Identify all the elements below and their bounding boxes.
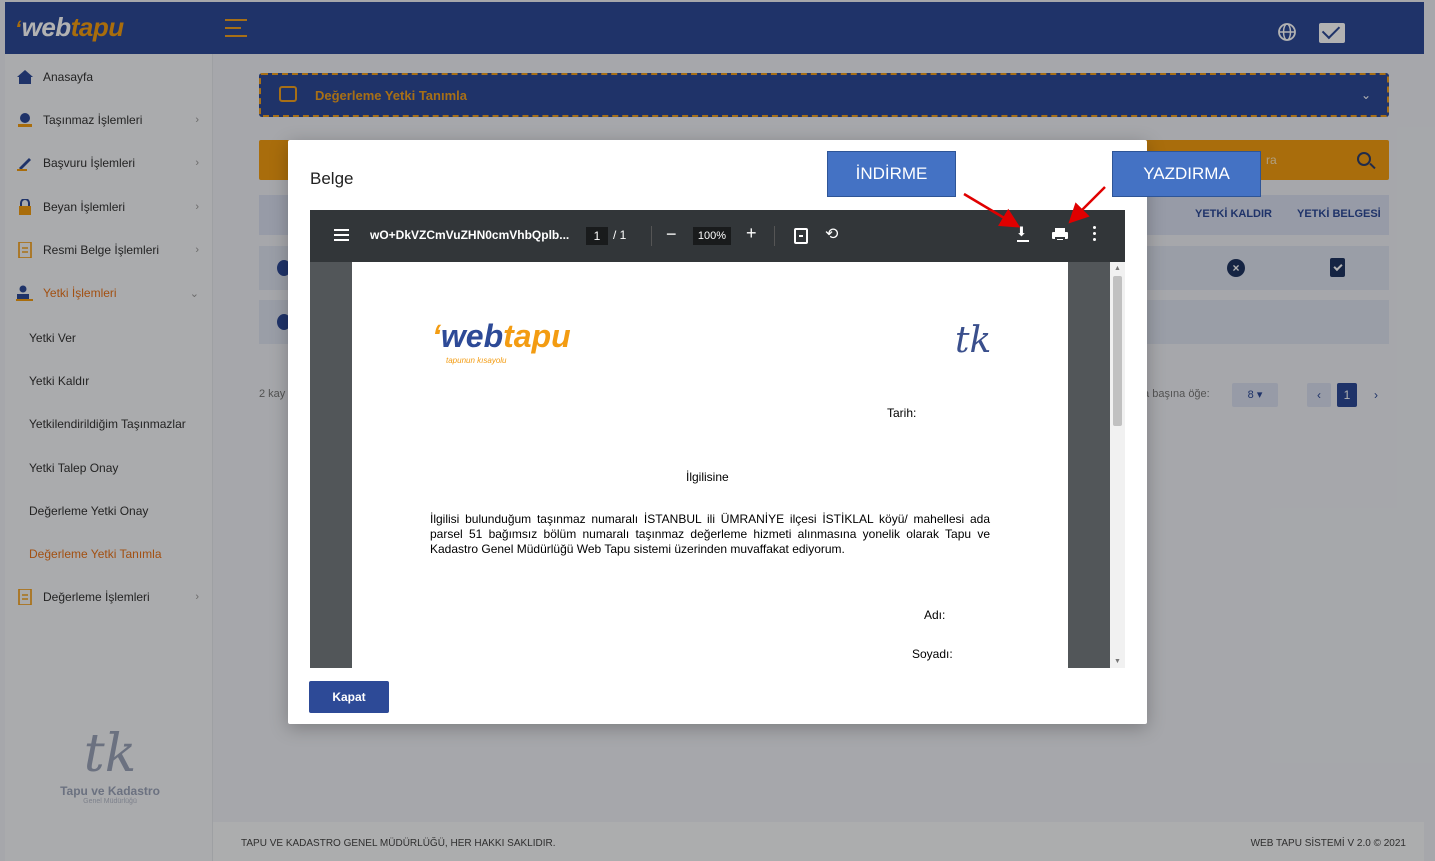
- download-icon[interactable]: [1016, 224, 1030, 244]
- pdf-file-name: wO+DkVZCmVuZHN0cmVhbQplb...: [370, 228, 570, 242]
- pdf-toolbar: wO+DkVZCmVuZHN0cmVhbQplb... 1 / 1 − 100%…: [310, 210, 1125, 262]
- zoom-input[interactable]: 100%: [693, 227, 731, 245]
- document-modal: Belge wO+DkVZCmVuZHN0cmVhbQplb... 1 / 1 …: [288, 140, 1147, 724]
- menu-icon[interactable]: [334, 229, 349, 241]
- close-button[interactable]: Kapat: [309, 681, 389, 713]
- page-total: / 1: [613, 228, 627, 242]
- rotate-icon[interactable]: ⟲: [825, 224, 838, 244]
- document-brand-logo: ʻwebtapu: [432, 318, 571, 354]
- toolbar-divider: [774, 226, 775, 246]
- modal-title: Belge: [310, 169, 354, 188]
- document-tk-logo: tk: [955, 320, 992, 361]
- document-surname-label: Soyadı:: [912, 647, 953, 661]
- document-name-label: Adı:: [924, 608, 946, 622]
- vertical-scrollbar[interactable]: ▲ ▼: [1110, 262, 1125, 668]
- document-logo-tagline: tapunun kısayolu: [446, 356, 507, 365]
- pdf-page: ʻwebtapu tapunun kısayolu tk Tarih: İlgi…: [352, 262, 1068, 668]
- document-salutation: İlgilisine: [686, 470, 729, 484]
- scroll-up-icon[interactable]: ▲: [1114, 265, 1121, 272]
- fit-page-icon[interactable]: [794, 228, 808, 244]
- toolbar-divider: [651, 226, 652, 246]
- document-body: İlgilisi bulunduğum taşınmaz numaralı İS…: [430, 512, 990, 556]
- print-icon[interactable]: [1052, 228, 1068, 242]
- zoom-in-icon[interactable]: +: [746, 223, 757, 244]
- pdf-viewer: wO+DkVZCmVuZHN0cmVhbQplb... 1 / 1 − 100%…: [310, 210, 1125, 668]
- document-date-label: Tarih:: [887, 406, 917, 420]
- download-callout: İNDİRME: [827, 151, 956, 197]
- page-number-input[interactable]: 1: [586, 227, 608, 245]
- scrollbar-thumb[interactable]: [1113, 276, 1122, 426]
- more-options-icon[interactable]: [1093, 226, 1096, 244]
- zoom-out-icon[interactable]: −: [666, 224, 677, 245]
- scroll-down-icon[interactable]: ▼: [1114, 658, 1121, 665]
- print-callout: YAZDIRMA: [1112, 151, 1261, 197]
